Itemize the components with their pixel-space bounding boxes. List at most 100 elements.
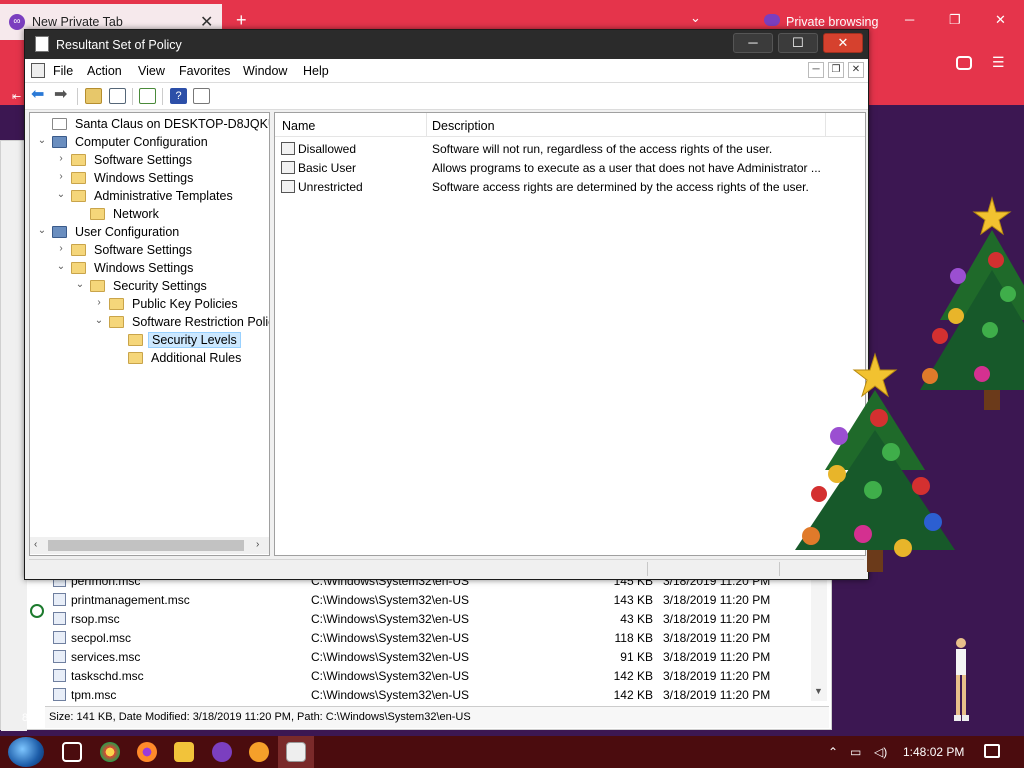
network-icon[interactable]: ▭ <box>850 745 861 759</box>
collapse-chevron-icon[interactable]: › <box>55 153 67 164</box>
taskbar: ⌃ ▭ ◁) 1:48:02 PM <box>0 736 1024 768</box>
toolbar-separator <box>162 88 163 105</box>
folder-icon <box>71 172 86 184</box>
child-restore-button[interactable]: ❐ <box>828 62 844 78</box>
file-name: secpol.msc <box>71 631 132 645</box>
close-button[interactable]: ✕ <box>823 33 863 53</box>
expand-chevron-icon[interactable]: ⌄ <box>55 189 67 200</box>
volume-icon[interactable]: ◁) <box>874 745 887 759</box>
pocket-icon[interactable] <box>956 56 972 70</box>
file-row[interactable]: taskschd.msc C:\Windows\System32\en-US 1… <box>51 666 821 685</box>
scrollbar-thumb[interactable] <box>48 540 244 551</box>
menu-window[interactable]: Window <box>243 64 287 78</box>
tree-horizontal-scrollbar[interactable]: ‹ › <box>30 537 269 554</box>
file-explorer-icon[interactable] <box>174 742 194 762</box>
chevron-down-icon[interactable]: ⌄ <box>690 10 701 26</box>
expand-chevron-icon[interactable]: ⌄ <box>74 279 86 290</box>
list-item[interactable]: Disallowed Software will not run, regard… <box>275 139 865 158</box>
tree-node-label: Administrative Templates <box>94 189 233 203</box>
new-tab-button[interactable]: + <box>236 10 247 31</box>
tree-pane[interactable]: Santa Claus on DESKTOP-D8JQKUA - RSo ⌄ Com… <box>29 112 270 556</box>
file-name: rsop.msc <box>71 612 120 626</box>
list-item[interactable]: Basic User Allows programs to execute as… <box>275 158 865 177</box>
collapse-chevron-icon[interactable]: › <box>55 243 67 254</box>
column-divider[interactable] <box>825 113 826 137</box>
tree-node-label: Software Restriction Policie <box>132 315 270 329</box>
task-view-icon[interactable] <box>62 742 82 762</box>
security-level-icon <box>281 161 295 174</box>
msc-file-icon <box>53 669 66 682</box>
help-icon[interactable]: ? <box>170 88 187 104</box>
menu-help[interactable]: Help <box>303 64 329 78</box>
browser-maximize-button[interactable]: ❐ <box>949 12 961 28</box>
collapse-chevron-icon[interactable]: › <box>55 171 67 182</box>
column-divider[interactable] <box>426 113 427 137</box>
search-app-icon[interactable] <box>249 742 269 762</box>
folder-icon <box>90 208 105 220</box>
export-list-icon[interactable] <box>139 88 156 104</box>
tree-node-label: Computer Configuration <box>75 135 208 149</box>
menu-bar: File Action View Favorites Window Help ─… <box>25 59 868 83</box>
up-folder-icon[interactable] <box>85 88 102 104</box>
firefox-private-icon[interactable] <box>212 742 232 762</box>
column-header-name[interactable]: Name <box>282 119 315 133</box>
clock[interactable]: 1:48:02 PM <box>903 745 964 759</box>
msc-file-icon <box>53 612 66 625</box>
file-row[interactable]: printmanagement.msc C:\Windows\System32\… <box>51 590 821 609</box>
menu-icon[interactable]: ☰ <box>992 54 1005 71</box>
expand-chevron-icon[interactable]: ⌄ <box>55 261 67 272</box>
file-row[interactable]: rsop.msc C:\Windows\System32\en-US 43 KB… <box>51 609 821 628</box>
file-row[interactable]: tpm.msc C:\Windows\System32\en-US 142 KB… <box>51 685 821 704</box>
browser-close-button[interactable]: ✕ <box>995 12 1006 28</box>
column-header-description[interactable]: Description <box>432 119 495 133</box>
status-separator <box>779 562 780 576</box>
show-hidden-icons-icon[interactable]: ⌃ <box>828 745 838 759</box>
file-row[interactable]: services.msc C:\Windows\System32\en-US 9… <box>51 647 821 666</box>
rsop-title-bar[interactable]: Resultant Set of Policy ─ ☐ ✕ <box>25 30 868 59</box>
list-item-name: Unrestricted <box>298 180 363 194</box>
firefox-icon[interactable] <box>137 742 157 762</box>
list-item-description: Software access rights are determined by… <box>432 180 809 194</box>
policy-doc-icon <box>52 118 67 130</box>
refresh-icon[interactable] <box>30 604 44 618</box>
collapse-chevron-icon[interactable]: › <box>93 297 105 308</box>
notification-center-icon[interactable] <box>984 744 1000 758</box>
file-path: C:\Windows\System32\en-US <box>311 612 470 626</box>
dancing-figure-decoration <box>954 638 969 721</box>
computer-icon <box>52 136 67 148</box>
explorer-vertical-scrollbar[interactable]: ▼ <box>811 571 827 701</box>
file-size: 142 KB <box>613 688 653 702</box>
expand-chevron-icon[interactable]: ⌄ <box>36 225 48 236</box>
maximize-button[interactable]: ☐ <box>778 33 818 53</box>
menu-action[interactable]: Action <box>87 64 122 78</box>
file-row[interactable]: secpol.msc C:\Windows\System32\en-US 118… <box>51 628 821 647</box>
console-icon[interactable] <box>31 63 45 78</box>
folder-icon <box>71 190 86 202</box>
forward-arrow-icon[interactable]: ➡ <box>54 87 71 104</box>
child-minimize-button[interactable]: ─ <box>808 62 824 78</box>
private-mask-icon: ∞ <box>9 14 25 30</box>
scroll-right-icon[interactable]: › <box>256 539 259 550</box>
sidebar-toggle-icon[interactable]: ⇤ <box>12 90 21 103</box>
expand-chevron-icon[interactable]: ⌄ <box>36 135 48 146</box>
menu-favorites[interactable]: Favorites <box>179 64 230 78</box>
show-hide-tree-icon[interactable] <box>109 88 126 104</box>
child-close-button[interactable]: ✕ <box>848 62 864 78</box>
properties-icon[interactable] <box>193 88 210 104</box>
chrome-icon[interactable] <box>100 742 120 762</box>
file-size: 143 KB <box>613 593 653 607</box>
minimize-button[interactable]: ─ <box>733 33 773 53</box>
back-arrow-icon[interactable]: ⬅ <box>31 87 48 104</box>
file-size: 91 KB <box>620 650 653 664</box>
menu-file[interactable]: File <box>53 64 73 78</box>
menu-view[interactable]: View <box>138 64 165 78</box>
browser-minimize-button[interactable]: ─ <box>905 12 914 27</box>
scroll-left-icon[interactable]: ‹ <box>34 539 37 550</box>
expand-chevron-icon[interactable]: ⌄ <box>93 315 105 326</box>
list-item[interactable]: Unrestricted Software access rights are … <box>275 177 865 196</box>
start-button[interactable] <box>8 737 44 767</box>
scroll-down-icon[interactable]: ▼ <box>814 686 823 696</box>
computer-icon <box>52 226 67 238</box>
rsop-taskbar-icon[interactable] <box>286 742 306 762</box>
file-date: 3/18/2019 11:20 PM <box>663 631 771 645</box>
